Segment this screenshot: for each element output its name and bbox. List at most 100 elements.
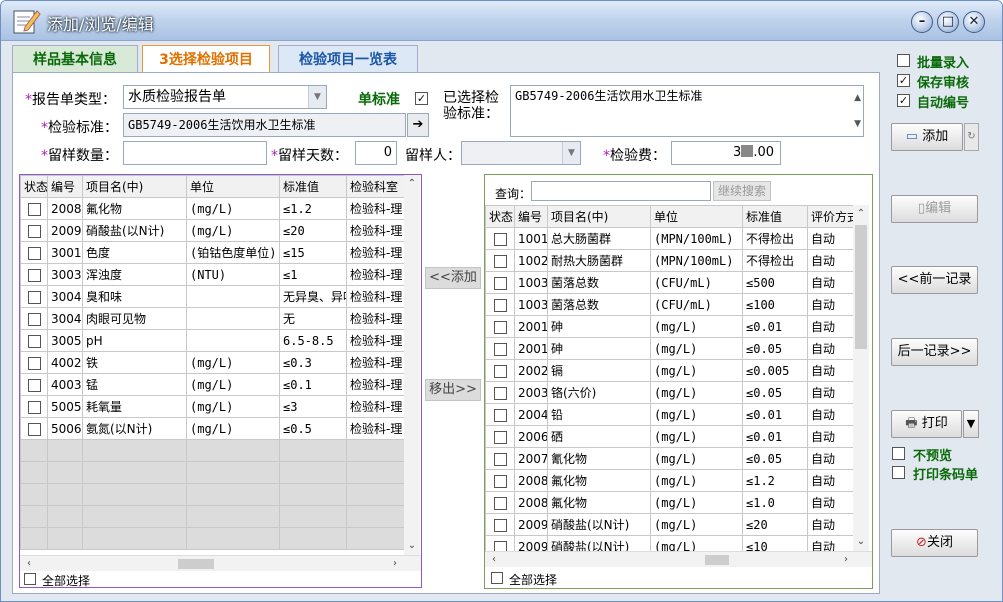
table-row[interactable]: 2006 硒 (mg/L) ≤0.01 自动 <box>485 425 854 448</box>
scroll-right-icon[interactable]: › <box>388 557 402 571</box>
table-row[interactable]: 5006 氨氮(以N计) (mg/L) ≤0.5 检验科-理 <box>20 417 406 440</box>
scroll-thumb[interactable] <box>178 559 214 569</box>
row-checkbox[interactable] <box>493 474 507 488</box>
report-type-select[interactable]: 水质检验报告单 ▼ <box>123 85 327 109</box>
scroll-thumb[interactable] <box>705 555 729 565</box>
sample-days-input[interactable]: 0 <box>355 141 397 165</box>
row-checkbox[interactable] <box>493 232 507 246</box>
table-row[interactable]: 2007 氰化物 (mg/L) ≤0.05 自动 <box>485 447 854 470</box>
row-checkbox[interactable] <box>27 422 41 436</box>
scroll-down-icon[interactable]: ⌄ <box>854 535 868 549</box>
column-header[interactable]: 单位 <box>650 205 743 228</box>
row-checkbox[interactable] <box>27 268 41 282</box>
column-header[interactable]: 项目名(中) <box>547 205 651 228</box>
tab-item-list[interactable]: 检验项目一览表 <box>278 45 418 73</box>
row-checkbox-cell[interactable] <box>485 271 515 294</box>
selected-standard-textarea[interactable]: GB5749-2006生活饮用水卫生标准 ▲ ▼ <box>510 85 864 137</box>
right-table-hscroll[interactable]: ‹ › <box>485 551 872 567</box>
row-checkbox-cell[interactable] <box>20 351 48 374</box>
close-window-button[interactable]: ✕ <box>963 11 985 33</box>
print-barcode-checkbox[interactable] <box>892 466 905 479</box>
add-button[interactable]: ▭ 添加 <box>891 123 963 151</box>
row-checkbox-cell[interactable] <box>20 197 48 220</box>
table-row[interactable]: 5005 耗氧量 (mg/L) ≤3 检验科-理 <box>20 395 406 418</box>
scroll-up-icon[interactable]: ⌃ <box>854 207 868 221</box>
table-row[interactable]: 4003 锰 (mg/L) ≤0.1 检验科-理 <box>20 373 406 396</box>
table-row[interactable]: 2008 氟化物 (mg/L) ≤1.2 检验科-理 <box>20 197 406 220</box>
column-header[interactable]: 评价方式 <box>807 205 854 228</box>
row-checkbox-cell[interactable] <box>20 329 48 352</box>
row-checkbox-cell[interactable] <box>485 315 515 338</box>
table-row[interactable]: 3003 浑浊度 (NTU) ≤1 检验科-理 <box>20 263 406 286</box>
scroll-left-icon[interactable]: ‹ <box>487 553 501 567</box>
add-item-button[interactable]: <<添加 <box>425 267 481 289</box>
tab-sample-info[interactable]: 样品基本信息 <box>12 45 138 73</box>
table-row[interactable]: 3005 pH 6.5-8.5 检验科-理 <box>20 329 406 352</box>
column-header[interactable]: 单位 <box>186 175 280 198</box>
scroll-down-icon[interactable]: ⌄ <box>405 539 419 553</box>
row-checkbox-cell[interactable] <box>485 249 515 272</box>
row-checkbox[interactable] <box>27 202 41 216</box>
row-checkbox-cell[interactable] <box>485 513 515 536</box>
row-checkbox-cell[interactable] <box>20 241 48 264</box>
row-checkbox-cell[interactable] <box>485 425 515 448</box>
row-checkbox[interactable] <box>493 364 507 378</box>
no-preview-checkbox[interactable] <box>892 447 905 460</box>
table-row[interactable]: 2009 硝酸盐(以N计) (mg/L) ≤20 自动 <box>485 513 854 536</box>
row-checkbox-cell[interactable] <box>485 381 515 404</box>
row-checkbox-cell[interactable] <box>20 395 48 418</box>
scroll-up-icon[interactable]: ▲ <box>854 88 861 108</box>
scroll-left-icon[interactable]: ‹ <box>22 557 36 571</box>
row-checkbox-cell[interactable] <box>485 403 515 426</box>
table-row[interactable]: 1003 菌落总数 (CFU/mL) ≤500 自动 <box>485 271 854 294</box>
row-checkbox[interactable] <box>27 400 41 414</box>
row-checkbox[interactable] <box>493 320 507 334</box>
save-review-checkbox[interactable]: ✓ <box>897 74 910 87</box>
row-checkbox-cell[interactable] <box>20 285 48 308</box>
column-header[interactable]: 状态 <box>20 175 48 198</box>
table-row[interactable]: 3001 色度 (铂钴色度单位) ≤15 检验科-理 <box>20 241 406 264</box>
row-checkbox[interactable] <box>27 334 41 348</box>
left-select-all-checkbox[interactable] <box>24 573 36 585</box>
table-row[interactable]: 1002 耐热大肠菌群 (MPN/100mL) 不得检出 自动 <box>485 249 854 272</box>
column-header[interactable]: 状态 <box>485 205 515 228</box>
table-row[interactable]: 2004 铅 (mg/L) ≤0.01 自动 <box>485 403 854 426</box>
standard-picker-button[interactable]: ➔ <box>407 113 429 137</box>
column-header[interactable]: 编号 <box>47 175 83 198</box>
row-checkbox-cell[interactable] <box>20 263 48 286</box>
column-header[interactable]: 标准值 <box>742 205 808 228</box>
row-checkbox[interactable] <box>493 452 507 466</box>
print-options-dropdown[interactable]: ▼ <box>963 410 979 438</box>
table-row[interactable]: 2008 氟化物 (mg/L) ≤1.0 自动 <box>485 491 854 514</box>
table-row[interactable]: 2009 硝酸盐(以N计) (mg/L) ≤20 检验科-理 <box>20 219 406 242</box>
row-checkbox[interactable] <box>493 386 507 400</box>
row-checkbox[interactable] <box>493 430 507 444</box>
row-checkbox-cell[interactable] <box>20 373 48 396</box>
row-checkbox[interactable] <box>27 246 41 260</box>
minimize-button[interactable]: – <box>911 11 933 33</box>
sample-qty-input[interactable] <box>123 141 267 165</box>
row-checkbox-cell[interactable] <box>485 293 515 316</box>
table-row[interactable]: 1001 总大肠菌群 (MPN/100mL) 不得检出 自动 <box>485 227 854 250</box>
left-table-vscroll[interactable]: ⌃ ⌄ <box>404 175 420 555</box>
row-checkbox[interactable] <box>493 254 507 268</box>
table-row[interactable]: 1003 菌落总数 (CFU/mL) ≤100 自动 <box>485 293 854 316</box>
row-checkbox-cell[interactable] <box>20 417 48 440</box>
right-select-all-checkbox[interactable] <box>491 572 503 584</box>
batch-entry-checkbox[interactable] <box>897 54 910 67</box>
row-checkbox[interactable] <box>493 408 507 422</box>
row-checkbox[interactable] <box>27 356 41 370</box>
row-checkbox-cell[interactable] <box>20 219 48 242</box>
maximize-button[interactable]: □ <box>937 11 959 33</box>
edit-button[interactable]: ▯编辑 <box>891 195 978 223</box>
fee-input[interactable]: 3.00 <box>671 141 781 165</box>
scroll-down-icon[interactable]: ▼ <box>854 114 861 134</box>
row-checkbox[interactable] <box>493 298 507 312</box>
row-checkbox-cell[interactable] <box>485 469 515 492</box>
row-checkbox-cell[interactable] <box>485 491 515 514</box>
column-header[interactable]: 检验科室 <box>346 175 406 198</box>
left-table-hscroll[interactable]: ‹ › <box>20 555 421 571</box>
row-checkbox[interactable] <box>27 312 41 326</box>
continue-search-button[interactable]: 继续搜索 <box>713 181 771 201</box>
row-checkbox[interactable] <box>27 290 41 304</box>
